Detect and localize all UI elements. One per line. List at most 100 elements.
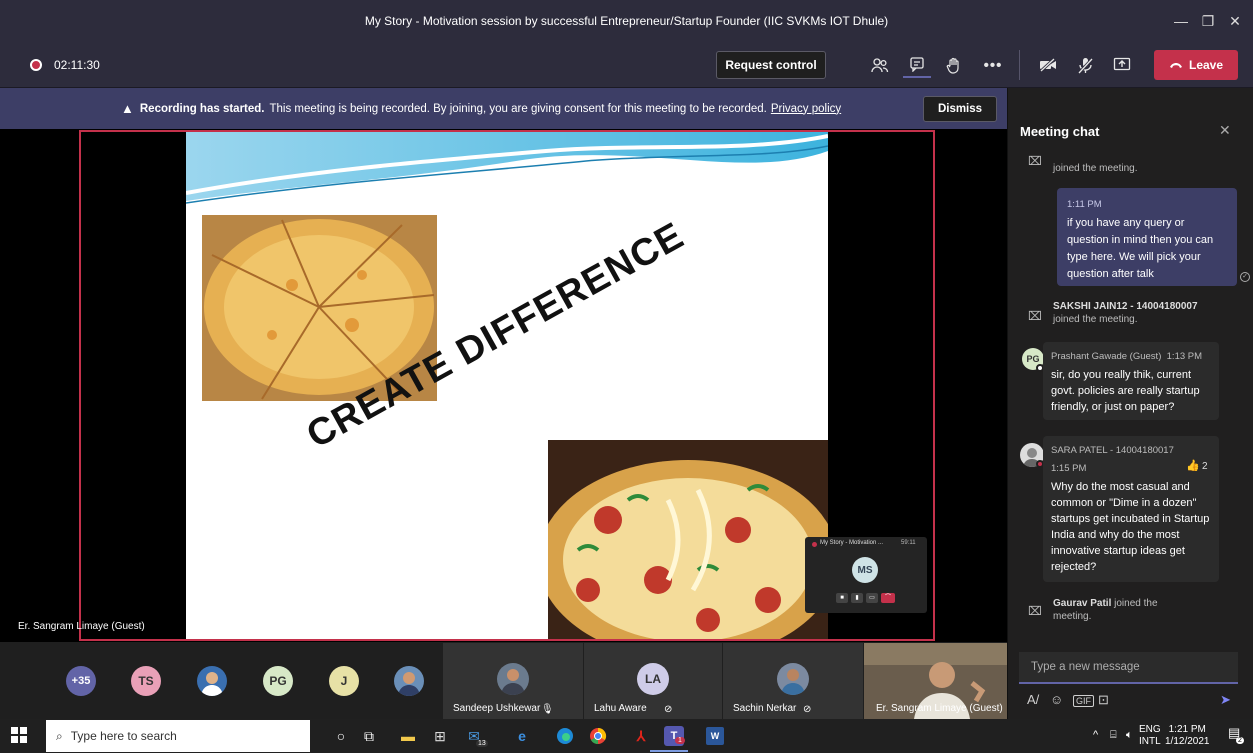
ie-icon[interactable]: e	[510, 724, 534, 748]
acrobat-icon[interactable]: ⅄	[629, 724, 653, 748]
message-text: Why do the most casual and common or "Di…	[1051, 481, 1210, 573]
sticker-icon[interactable]: ⊡	[1098, 692, 1109, 708]
system-text: joined the meeting.	[1053, 314, 1138, 325]
clock-time: 1:21 PM	[1168, 724, 1206, 735]
mail-badge: 13	[476, 740, 488, 747]
mini-meeting-window[interactable]: My Story - Motivation ... 59:11 MS ■ ▮ ▭…	[805, 537, 927, 613]
send-icon[interactable]: ➤	[1220, 692, 1231, 708]
window-title-bar: My Story - Motivation session by success…	[0, 0, 1253, 42]
recording-indicator-icon	[30, 59, 42, 71]
chat-message-input[interactable]: Type a new message	[1019, 652, 1238, 684]
hang-up-icon	[1169, 63, 1182, 68]
language-primary: ENG	[1139, 724, 1161, 735]
mini-record-icon	[812, 542, 817, 547]
leave-button[interactable]: Leave	[1154, 50, 1238, 80]
clock[interactable]: 1:21 PM 1/12/2021	[1165, 724, 1210, 748]
request-control-button[interactable]: Request control	[716, 51, 826, 79]
participants-icon[interactable]	[866, 52, 894, 78]
mic-off-icon: ⊘	[664, 704, 673, 715]
participant-tile-sandeep[interactable]: Sandeep Ushkewar 🎙︎	[443, 643, 583, 719]
raise-hand-icon[interactable]	[940, 52, 968, 78]
gif-icon[interactable]: GIF	[1073, 695, 1094, 707]
chrome-icon[interactable]	[586, 724, 610, 748]
emoji-icon[interactable]: ☺	[1050, 692, 1063, 707]
chat-message: SARA PATEL - 14004180017 1:15 PM Why do …	[1043, 436, 1219, 582]
participant-initials-avatar: LA	[637, 663, 669, 695]
more-participants-badge[interactable]: +35	[66, 666, 96, 696]
format-icon[interactable]: A/	[1027, 692, 1039, 707]
participant-avatar-pg[interactable]: PG	[263, 666, 293, 696]
mini-avatar: MS	[852, 557, 878, 583]
word-icon[interactable]: W	[706, 727, 724, 745]
network-icon[interactable]: ⌸	[1110, 729, 1117, 741]
active-app-indicator	[650, 750, 688, 752]
my-chat-message: 1:11 PM if you have any query or questio…	[1057, 188, 1237, 286]
participant-avatar-j[interactable]: J	[329, 666, 359, 696]
tray-chevron-icon[interactable]: ^	[1093, 729, 1098, 741]
person-photo-icon	[201, 672, 223, 696]
close-chat-icon[interactable]: ✕	[1219, 122, 1231, 139]
mini-share-icon[interactable]: ▭	[866, 593, 878, 603]
privacy-policy-link[interactable]: Privacy policy	[771, 103, 841, 115]
task-view-icon[interactable]: ⧉	[357, 724, 381, 748]
language-secondary: INTL	[1139, 736, 1161, 747]
participant-avatar-photo-2[interactable]	[394, 666, 424, 696]
volume-icon[interactable]: 🔈︎	[1126, 729, 1133, 741]
seen-check-icon: ✓	[1240, 272, 1250, 282]
language-indicator[interactable]: ENG INTL	[1139, 724, 1161, 748]
message-time: 1:11 PM	[1067, 199, 1102, 210]
participant-avatar-ts[interactable]: TS	[131, 666, 161, 696]
teams-badge: 1	[675, 737, 685, 744]
clock-date: 1/12/2021	[1165, 736, 1210, 747]
camera-off-icon[interactable]	[1034, 52, 1062, 78]
participant-tile-lahu[interactable]: LA Lahu Aware ⊘	[584, 643, 722, 719]
like-count: 2	[1202, 461, 1208, 472]
search-placeholder: Type here to search	[70, 729, 177, 743]
leave-label: Leave	[1188, 58, 1224, 72]
join-icon: ⌧	[1028, 309, 1042, 323]
dismiss-button[interactable]: Dismiss	[923, 96, 997, 122]
window-title: My Story - Motivation session by success…	[364, 14, 889, 28]
sender-name: Prashant Gawade (Guest)	[1051, 351, 1162, 362]
mic-off-icon[interactable]	[1071, 52, 1099, 78]
more-options-icon[interactable]: •••	[979, 52, 1007, 78]
participant-tile-sachin[interactable]: Sachin Nerkar ⊘	[723, 643, 863, 719]
windows-start-icon[interactable]	[11, 727, 27, 743]
presenter-name-label: Er. Sangram Limaye (Guest)	[18, 621, 145, 632]
person-photo-icon	[777, 663, 809, 695]
chat-title: Meeting chat	[1020, 124, 1100, 139]
participant-avatar-photo-1[interactable]	[197, 666, 227, 696]
join-icon: ⌧	[1028, 604, 1042, 618]
person-photo-icon	[398, 672, 420, 696]
join-icon: ⌧	[1028, 154, 1042, 168]
file-explorer-icon[interactable]: ▬	[396, 724, 420, 748]
participant-tile-name: Sachin Nerkar	[733, 703, 797, 714]
taskbar-search-box[interactable]: ⌕ Type here to search	[46, 720, 310, 752]
chat-system-message: Gaurav Patil joined the meeting.	[1053, 597, 1163, 623]
mini-title: My Story - Motivation ...	[820, 540, 884, 546]
mini-hangup-icon[interactable]: ⌒	[881, 593, 895, 603]
system-name: Gaurav Patil	[1053, 598, 1112, 609]
participant-tile-name: Lahu Aware	[594, 703, 647, 714]
participant-tile-sangram[interactable]: Er. Sangram Limaye (Guest)	[864, 643, 1007, 719]
mic-off-icon: ⊘	[803, 704, 812, 715]
share-screen-icon[interactable]	[1108, 52, 1136, 78]
message-time: 1:13 PM	[1166, 351, 1203, 362]
chat-system-message: SAKSHI JAIN12 - 14004180007 joined the m…	[1053, 300, 1233, 326]
message-text: if you have any query or question in min…	[1067, 217, 1214, 280]
close-window-button[interactable]: ✕	[1217, 0, 1253, 42]
chat-icon[interactable]	[903, 52, 931, 78]
person-photo-icon	[497, 663, 529, 695]
mini-time: 59:11	[901, 540, 916, 546]
mini-mic-icon[interactable]: ▮	[851, 593, 863, 603]
store-icon[interactable]: ⊞	[428, 724, 452, 748]
mini-camera-icon[interactable]: ■	[836, 593, 848, 603]
search-icon: ⌕	[56, 728, 63, 743]
banner-bold-text: Recording has started.	[139, 102, 265, 115]
meeting-timer: 02:11:30	[54, 58, 100, 72]
cortana-icon[interactable]: ○	[329, 724, 353, 748]
banner-text: This meeting is being recorded. By joini…	[269, 102, 767, 115]
like-icon[interactable]: 👍	[1186, 459, 1200, 472]
edge-icon[interactable]	[553, 724, 577, 748]
participant-tile-name: Er. Sangram Limaye (Guest)	[876, 703, 1003, 714]
